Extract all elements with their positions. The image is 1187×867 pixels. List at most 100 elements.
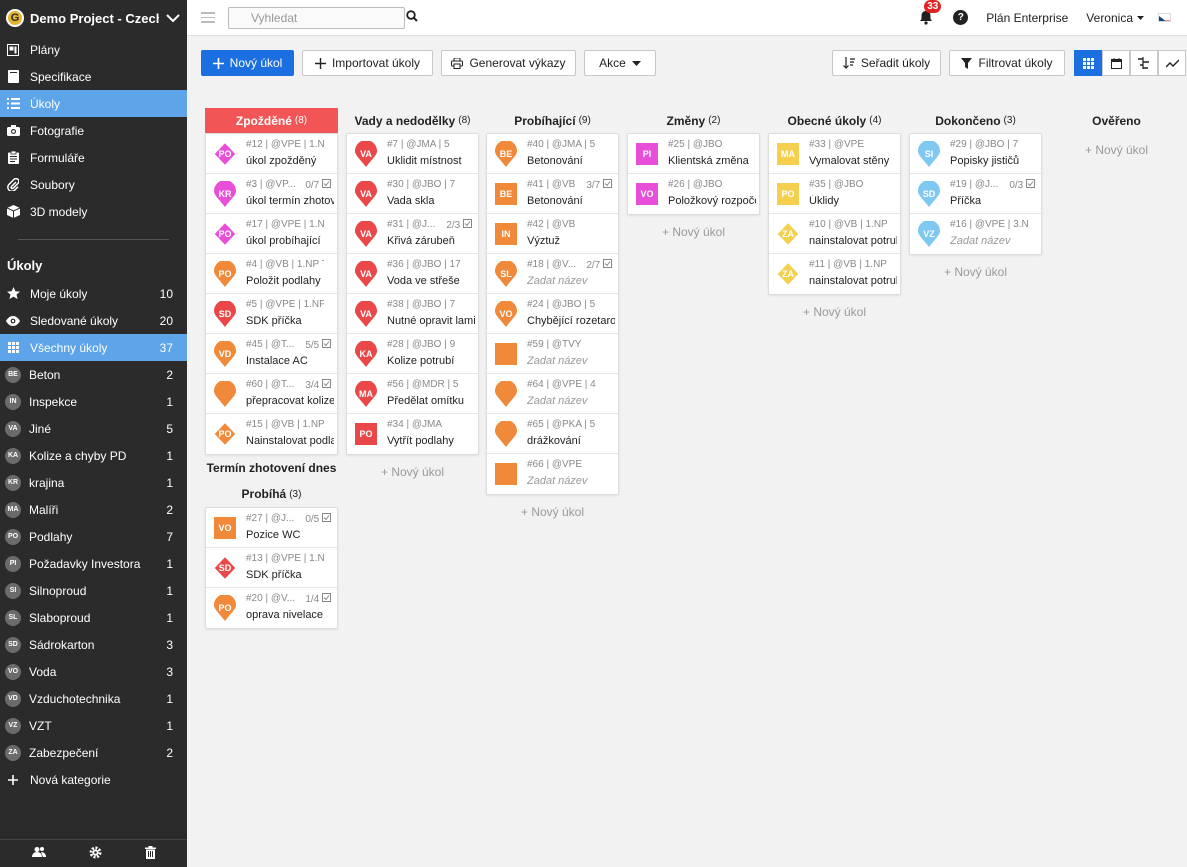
search-input[interactable] xyxy=(251,10,406,25)
category-item[interactable]: KR krajina 1 xyxy=(0,469,187,496)
category-item[interactable]: VO Voda 3 xyxy=(0,658,187,685)
category-item[interactable]: Sledované úkoly 20 xyxy=(0,307,187,334)
sidebar-item-plan[interactable]: Plány xyxy=(0,36,187,63)
task-card[interactable]: PO #17 | @VPE | 1.N... úkol probíhající xyxy=(206,214,337,254)
add-task-button[interactable]: + Nový úkol xyxy=(909,261,1042,283)
board-view-button[interactable] xyxy=(1074,50,1102,76)
sort-tasks-button[interactable]: Seřadit úkoly xyxy=(832,50,941,76)
task-card[interactable]: SD #19 | @J... 0/3 Příčka xyxy=(910,174,1041,214)
menu-icon[interactable] xyxy=(201,12,215,23)
board-column: Probíhající (9) BE #40 | @JMA | 5 Betonování… xyxy=(486,108,619,523)
task-card[interactable]: SD #13 | @VPE | 1.N... SDK příčka xyxy=(206,548,337,588)
task-card[interactable]: VA #31 | @J... 2/3 Křivá zárubeň xyxy=(347,214,478,254)
task-card[interactable]: SL #18 | @V... 2/7 Zadat název xyxy=(487,254,618,294)
flag-cz-icon[interactable] xyxy=(1158,13,1171,22)
task-card[interactable]: PI #25 | @JBO Klientská změna xyxy=(628,134,759,174)
category-badge: VD xyxy=(5,690,21,707)
task-card[interactable]: PO #15 | @VB | 1.NP ... Nainstalovat podla… xyxy=(206,414,337,454)
add-task-button[interactable]: + Nový úkol xyxy=(768,301,901,323)
task-card[interactable]: ZA #10 | @VB | 1.NP ... nainstalovat potru… xyxy=(769,214,900,254)
column-header: Obecné úkoly (4) xyxy=(787,113,882,128)
task-card[interactable]: #59 | @TVY Zadat název xyxy=(487,334,618,374)
task-card[interactable]: #66 | @VPE Zadat název xyxy=(487,454,618,494)
category-item[interactable]: IN Inspekce 1 xyxy=(0,388,187,415)
task-card[interactable]: VO #24 | @JBO | 5 Chybějící rozetarozvodů xyxy=(487,294,618,334)
category-count: 1 xyxy=(166,448,173,463)
user-menu[interactable]: Veronica xyxy=(1086,11,1144,25)
task-card[interactable]: SI #29 | @JBO | 7 Popisky jističů xyxy=(910,134,1041,174)
calendar-view-button[interactable] xyxy=(1102,50,1130,76)
task-card[interactable]: PO #20 | @V... 1/4 oprava nivelace xyxy=(206,588,337,628)
task-card[interactable]: VA #36 | @JBO | 17 Voda ve střeše xyxy=(347,254,478,294)
task-card[interactable]: VZ #16 | @VPE | 3.N... Zadat název xyxy=(910,214,1041,254)
category-item[interactable]: Všechny úkoly 37 xyxy=(0,334,187,361)
task-card[interactable]: BE #40 | @JMA | 5 Betonování xyxy=(487,134,618,174)
add-task-button[interactable]: + Nový úkol xyxy=(346,461,479,483)
add-task-button[interactable]: + Nový úkol xyxy=(627,221,760,243)
add-task-button[interactable]: + Nový úkol xyxy=(486,501,619,523)
sidebar-item-paperclip[interactable]: Soubory xyxy=(0,171,187,198)
sidebar-item-clipboard[interactable]: Formuláře xyxy=(0,144,187,171)
category-badge: IN xyxy=(5,393,21,410)
chevron-down-icon[interactable] xyxy=(165,13,181,23)
task-card[interactable]: KR #3 | @VP... 0/7 úkol termín zhotovení xyxy=(206,174,337,214)
actions-dropdown[interactable]: Akce xyxy=(584,50,656,76)
task-card[interactable]: #64 | @VPE | 4 Zadat název xyxy=(487,374,618,414)
category-item[interactable]: BE Beton 2 xyxy=(0,361,187,388)
add-task-button[interactable]: + Nový úkol xyxy=(1050,139,1183,161)
gantt-view-button[interactable] xyxy=(1130,50,1158,76)
category-item[interactable]: VA Jiné 5 xyxy=(0,415,187,442)
task-card[interactable]: VA #38 | @JBO | 7 Nutné opravit laminát xyxy=(347,294,478,334)
search-icon[interactable] xyxy=(406,10,418,25)
task-card[interactable]: BE #41 | @VB 3/7 Betonování xyxy=(487,174,618,214)
sidebar-item-camera[interactable]: Fotografie xyxy=(0,117,187,144)
users-icon[interactable] xyxy=(31,846,46,861)
category-item[interactable]: PI Požadavky Investora 1 xyxy=(0,550,187,577)
task-card[interactable]: PO #35 | @JBO Úklidy xyxy=(769,174,900,214)
new-task-button[interactable]: Nový úkol xyxy=(201,50,294,76)
filter-tasks-button[interactable]: Filtrovat úkoly xyxy=(949,50,1065,76)
category-count: 10 xyxy=(159,286,173,301)
task-card[interactable]: #65 | @PKA | 5 drážkování xyxy=(487,414,618,454)
gear-icon[interactable] xyxy=(89,846,102,862)
task-card[interactable]: VD #45 | @T... 5/5 Instalace AC xyxy=(206,334,337,374)
sidebar-item-cube[interactable]: 3D modely xyxy=(0,198,187,225)
category-item[interactable]: ZA Zabezpečení 2 xyxy=(0,739,187,766)
task-card[interactable]: PO #12 | @VPE | 1.N... úkol zpožděný xyxy=(206,134,337,174)
generate-reports-button[interactable]: Generovat výkazy xyxy=(441,50,576,76)
task-card[interactable]: IN #42 | @VB Výztuž xyxy=(487,214,618,254)
task-card[interactable]: KA #28 | @JBO | 9 Kolize potrubí xyxy=(347,334,478,374)
filter-tasks-label: Filtrovat úkoly xyxy=(978,56,1053,70)
sidebar-item-book[interactable]: Specifikace xyxy=(0,63,187,90)
category-item[interactable]: MA Malíři 2 xyxy=(0,496,187,523)
task-card[interactable]: #60 | @T... 3/4 přepracovat kolize xyxy=(206,374,337,414)
category-item[interactable]: SI Silnoproud 1 xyxy=(0,577,187,604)
category-item[interactable]: VZ VZT 1 xyxy=(0,712,187,739)
help-icon[interactable]: ? xyxy=(953,10,969,25)
category-label: Inspekce xyxy=(29,394,78,409)
task-card[interactable]: ZA #11 | @VB | 1.NP ... nainstalovat potru… xyxy=(769,254,900,294)
category-item[interactable]: PO Podlahy 7 xyxy=(0,523,187,550)
notifications-button[interactable]: 33 xyxy=(919,0,942,26)
task-card[interactable]: PO #34 | @JMA Vytřít podlahy xyxy=(347,414,478,454)
import-tasks-button[interactable]: Importovat úkoly xyxy=(302,50,433,76)
task-card[interactable]: VO #26 | @JBO Položkový rozpočet xyxy=(628,174,759,214)
checkbox-icon xyxy=(463,219,472,228)
task-card[interactable]: VO #27 | @J... 0/5 Pozice WC xyxy=(206,508,337,548)
sidebar-item-list[interactable]: Úkoly xyxy=(0,90,187,117)
task-card[interactable]: VA #30 | @JBO | 7 Vada skla xyxy=(347,174,478,214)
project-switcher[interactable]: G Demo Project - Czech xyxy=(0,0,187,36)
category-item[interactable]: SL Slaboproud 1 xyxy=(0,604,187,631)
category-item[interactable]: SD Sádrokarton 3 xyxy=(0,631,187,658)
category-item[interactable]: Moje úkoly 10 xyxy=(0,280,187,307)
task-card[interactable]: VA #7 | @JMA | 5 Uklidit místnost xyxy=(347,134,478,174)
trash-icon[interactable] xyxy=(144,845,156,862)
task-card[interactable]: MA #33 | @VPE Vymalovat stěny xyxy=(769,134,900,174)
task-card[interactable]: PO #4 | @VB | 1.NP T... Položit podlahy xyxy=(206,254,337,294)
task-card[interactable]: MA #56 | @MDR | 5 Předělat omítku xyxy=(347,374,478,414)
category-item[interactable]: KA Kolize a chyby PD 1 xyxy=(0,442,187,469)
task-card[interactable]: SD #5 | @VPE | 1.NP ... SDK příčka xyxy=(206,294,337,334)
chart-view-button[interactable] xyxy=(1158,50,1186,76)
category-item[interactable]: VD Vzduchotechnika 1 xyxy=(0,685,187,712)
new-category-button[interactable]: Nová kategorie xyxy=(0,766,187,793)
